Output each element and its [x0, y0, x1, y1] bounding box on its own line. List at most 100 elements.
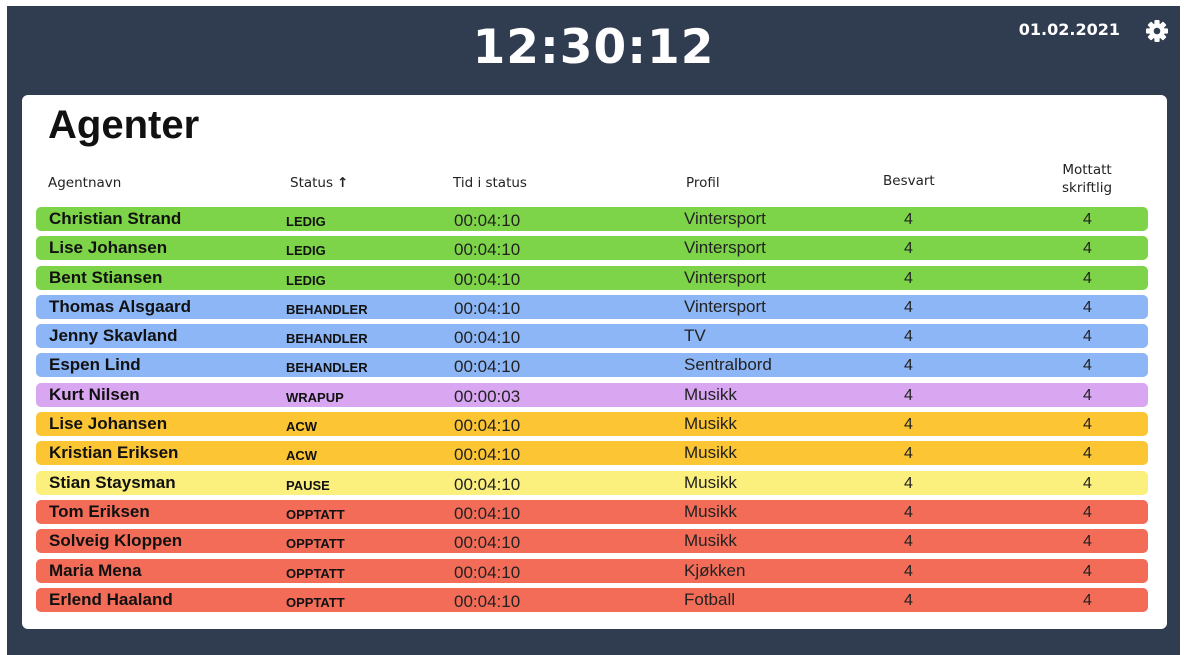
agent-profile: Vintersport: [684, 209, 766, 228]
agent-name: Tom Eriksen: [49, 501, 150, 521]
table-row[interactable]: Lise Johansen LEDIG 00:04:10 Vintersport 4 4: [36, 236, 1148, 261]
gear-icon[interactable]: [1144, 18, 1170, 44]
agent-name: Espen Lind: [49, 355, 141, 375]
agent-received-written: 4: [1083, 240, 1092, 258]
agent-answered: 4: [904, 386, 913, 404]
agent-status: LEDIG: [286, 243, 326, 259]
column-header-agentnavn[interactable]: Agentnavn: [48, 175, 121, 191]
agent-received-written: 4: [1083, 445, 1092, 463]
agent-time-in-status: 00:04:10: [454, 503, 521, 523]
agent-answered: 4: [904, 211, 913, 228]
column-header-status[interactable]: Status ↑: [290, 175, 348, 191]
agent-received-written: 4: [1083, 562, 1092, 580]
agents-panel: Agenter Agentnavn Status ↑ Tid i status P…: [22, 95, 1167, 629]
agent-status: PAUSE: [286, 477, 330, 493]
agent-status: LEDIG: [286, 272, 326, 288]
date-label: 01.02.2021: [1018, 20, 1120, 39]
agent-answered: 4: [904, 357, 913, 375]
agent-received-written: 4: [1083, 269, 1092, 287]
agent-profile: Kjøkken: [684, 560, 746, 580]
agent-profile: Vintersport: [684, 267, 766, 287]
agent-profile: Vintersport: [684, 238, 766, 258]
agent-answered: 4: [904, 474, 913, 492]
agent-status: BEHANDLER: [286, 360, 368, 376]
agent-received-written: 4: [1083, 416, 1092, 434]
table-row[interactable]: Tom Eriksen OPPTATT 00:04:10 Musikk 4 4: [36, 499, 1148, 524]
agents-table: Christian Strand LEDIG 00:04:10 Vintersport…: [36, 207, 1148, 617]
column-header-status-label: Status: [290, 175, 334, 191]
agent-received-written: 4: [1083, 386, 1092, 404]
agent-profile: Musikk: [684, 501, 737, 521]
agent-time-in-status: 00:04:10: [454, 591, 521, 611]
agent-profile: Musikk: [684, 472, 737, 492]
table-row[interactable]: Kristian Eriksen ACW 00:04:10 Musikk 4 4: [36, 441, 1148, 466]
agent-name: Lise Johansen: [49, 238, 168, 258]
agent-time-in-status: 00:04:10: [454, 240, 521, 260]
clock: 12:30:12: [472, 20, 715, 75]
agent-profile: Musikk: [684, 443, 737, 463]
agent-status: OPPTATT: [286, 565, 345, 581]
agent-name: Kurt Nilsen: [49, 384, 140, 404]
agent-answered: 4: [904, 503, 913, 521]
agent-time-in-status: 00:04:10: [454, 357, 521, 377]
agent-answered: 4: [904, 328, 913, 346]
agent-answered: 4: [904, 533, 913, 551]
agent-time-in-status: 00:04:10: [454, 562, 521, 582]
table-row[interactable]: Jenny Skavland BEHANDLER 00:04:10 TV 4 4: [36, 324, 1148, 349]
agent-time-in-status: 00:04:10: [454, 533, 521, 553]
table-row[interactable]: Maria Mena OPPTATT 00:04:10 Kjøkken 4 4: [36, 558, 1148, 583]
agent-status: WRAPUP: [286, 389, 344, 405]
table-row[interactable]: Christian Strand LEDIG 00:04:10 Vintersport…: [36, 207, 1148, 231]
agent-name: Maria Mena: [49, 560, 142, 580]
agent-profile: Vintersport: [684, 296, 766, 316]
column-header-mottatt-skriftlig[interactable]: Mottatt skriftlig: [1062, 161, 1112, 197]
agent-received-written: 4: [1083, 503, 1092, 521]
agent-time-in-status: 00:04:10: [454, 211, 521, 230]
agent-received-written: 4: [1083, 474, 1092, 492]
table-row[interactable]: Erlend Haaland OPPTATT 00:04:10 Fotball 4 4: [36, 587, 1148, 612]
agent-received-written: 4: [1083, 328, 1092, 346]
column-header-besvart[interactable]: Besvart: [883, 173, 935, 189]
agent-time-in-status: 00:04:10: [454, 416, 521, 436]
agent-status: BEHANDLER: [286, 301, 368, 317]
table-row[interactable]: Solveig Kloppen OPPTATT 00:04:10 Musikk 4 4: [36, 529, 1148, 554]
agent-received-written: 4: [1083, 357, 1092, 375]
dashboard-frame: 12:30:12 01.02.2021 Agenter Agentnavn St…: [7, 6, 1180, 655]
page-title: Agenter: [48, 103, 200, 147]
agent-name: Stian Staysman: [49, 472, 176, 492]
agent-name: Bent Stiansen: [49, 267, 163, 287]
agent-answered: 4: [904, 298, 913, 316]
agent-answered: 4: [904, 445, 913, 463]
column-header-profil[interactable]: Profil: [686, 175, 720, 191]
agent-profile: TV: [684, 326, 706, 346]
agent-time-in-status: 00:00:03: [454, 386, 521, 406]
table-row[interactable]: Lise Johansen ACW 00:04:10 Musikk 4 4: [36, 412, 1148, 437]
table-row[interactable]: Thomas Alsgaard BEHANDLER 00:04:10 Vintersp…: [36, 294, 1148, 319]
agent-time-in-status: 00:04:10: [454, 269, 521, 289]
agent-received-written: 4: [1083, 533, 1092, 551]
table-row[interactable]: Kurt Nilsen WRAPUP 00:00:03 Musikk 4 4: [36, 382, 1148, 407]
agent-profile: Musikk: [684, 414, 737, 434]
agent-profile: Fotball: [684, 589, 736, 609]
column-header-mottatt-line2: skriftlig: [1062, 180, 1113, 196]
agent-received-written: 4: [1083, 298, 1092, 316]
column-header-mottatt-line1: Mottatt: [1062, 162, 1112, 178]
agent-status: LEDIG: [286, 214, 326, 229]
agent-profile: Musikk: [684, 384, 737, 404]
agent-name: Kristian Eriksen: [49, 443, 179, 463]
agent-answered: 4: [904, 591, 913, 609]
agent-status: OPPTATT: [286, 594, 345, 610]
agent-name: Erlend Haaland: [49, 589, 173, 609]
agent-time-in-status: 00:04:10: [454, 298, 521, 318]
agent-name: Lise Johansen: [49, 414, 168, 434]
table-row[interactable]: Espen Lind BEHANDLER 00:04:10 Sentralbord 4 4: [36, 353, 1148, 378]
agent-status: OPPTATT: [286, 536, 345, 552]
agent-status: ACW: [286, 419, 318, 435]
table-row[interactable]: Stian Staysman PAUSE 00:04:10 Musikk 4 4: [36, 470, 1148, 495]
agent-name: Christian Strand: [49, 209, 182, 228]
agent-status: BEHANDLER: [286, 331, 368, 347]
table-row[interactable]: Bent Stiansen LEDIG 00:04:10 Vintersport 4 4: [36, 265, 1148, 290]
column-header-tid-i-status[interactable]: Tid i status: [453, 175, 527, 191]
agent-name: Solveig Kloppen: [49, 531, 183, 551]
agent-status: OPPTATT: [286, 506, 345, 522]
